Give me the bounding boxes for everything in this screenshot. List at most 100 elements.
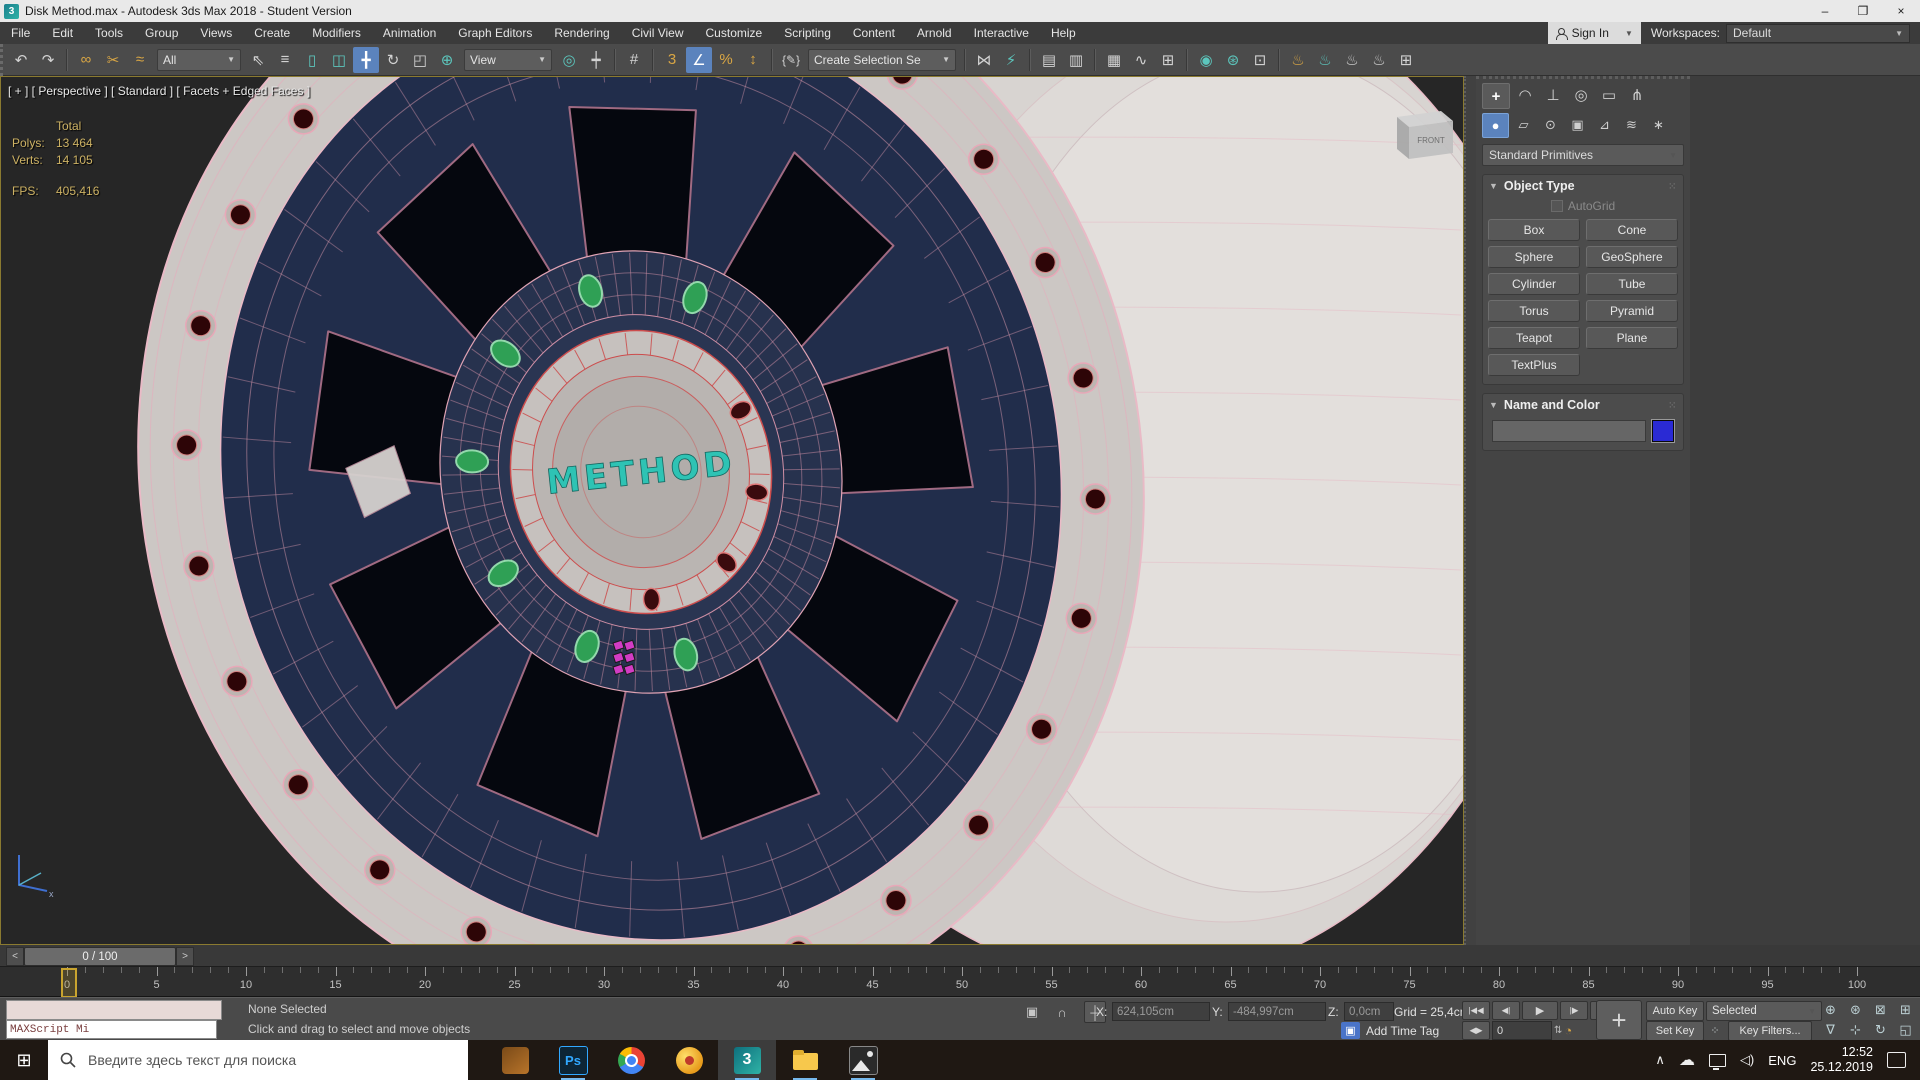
reference-coordinate-dropdown[interactable]: View ▼ xyxy=(464,48,552,71)
select-and-scale-icon[interactable]: ◰ xyxy=(407,47,433,73)
menu-scripting[interactable]: Scripting xyxy=(773,22,842,44)
unlink-selection-icon[interactable]: ✂ xyxy=(100,47,126,73)
toolbar-dock-handle[interactable] xyxy=(0,44,9,76)
field-of-view-icon[interactable]: ∇ xyxy=(1818,1020,1843,1040)
menu-file[interactable]: File xyxy=(0,22,41,44)
menu-animation[interactable]: Animation xyxy=(372,22,447,44)
select-by-name-icon[interactable]: ≡ xyxy=(272,47,298,73)
menu-edit[interactable]: Edit xyxy=(41,22,84,44)
go-to-start-button[interactable]: |◀◀ xyxy=(1462,1001,1490,1020)
angle-snap-icon[interactable]: ∠ xyxy=(686,46,712,73)
named-selection-set-dropdown[interactable]: Create Selection Se ▼ xyxy=(808,48,956,71)
time-configuration-icon[interactable]: ◔ xyxy=(1564,1023,1572,1038)
menu-tools[interactable]: Tools xyxy=(84,22,134,44)
taskbar-search[interactable] xyxy=(48,1040,468,1080)
render-setup-icon[interactable]: ⊛ xyxy=(1220,47,1246,73)
mirror-icon[interactable]: ⋈ xyxy=(971,47,997,73)
create-plane-button[interactable]: Plane xyxy=(1586,327,1678,349)
create-tube-button[interactable]: Tube xyxy=(1586,273,1678,295)
title-bar[interactable]: 3 Disk Method.max - Autodesk 3ds Max 201… xyxy=(0,0,1920,22)
network-icon[interactable] xyxy=(1708,1053,1726,1070)
add-time-tag-label[interactable]: Add Time Tag xyxy=(1366,1024,1439,1038)
object-type-header[interactable]: ▼ Object Type ⁙ xyxy=(1483,175,1683,197)
rendered-frame-window-icon[interactable]: ⊡ xyxy=(1247,47,1273,73)
create-textplus-button[interactable]: TextPlus xyxy=(1488,354,1580,376)
key-filter-icon[interactable]: ⁘ xyxy=(1706,1021,1724,1039)
selection-filter-dropdown[interactable]: All ▼ xyxy=(157,48,241,71)
sign-in-button[interactable]: Sign In ▼ xyxy=(1547,22,1641,44)
zoom-extents-icon[interactable]: ⊠ xyxy=(1868,1000,1893,1020)
curve-editor-icon[interactable]: ∿ xyxy=(1128,47,1154,73)
next-frame-button[interactable]: |▶ xyxy=(1560,1001,1588,1020)
category-geometry[interactable]: ● xyxy=(1482,113,1509,138)
auto-key-button[interactable]: Auto Key xyxy=(1646,1001,1704,1021)
set-key-button[interactable]: Set Key xyxy=(1646,1021,1704,1041)
create-cone-button[interactable]: Cone xyxy=(1586,219,1678,241)
minimize-button[interactable]: – xyxy=(1806,0,1844,22)
tab-utilities[interactable]: ⋔ xyxy=(1624,83,1650,107)
chrome-icon[interactable] xyxy=(602,1040,660,1080)
primitives-dropdown[interactable]: Standard Primitives ▼ xyxy=(1482,144,1684,166)
x-coordinate-field[interactable]: 624,105cm xyxy=(1112,1002,1210,1021)
menu-rendering[interactable]: Rendering xyxy=(543,22,620,44)
menu-interactive[interactable]: Interactive xyxy=(963,22,1040,44)
category-helpers[interactable]: ⊿ xyxy=(1592,113,1617,136)
current-frame-field[interactable] xyxy=(1492,1021,1552,1040)
create-sphere-button[interactable]: Sphere xyxy=(1488,246,1580,268)
3dsmax-icon[interactable]: 3 xyxy=(718,1040,776,1080)
maxscript-mini-listener[interactable]: MAXScript Mi xyxy=(6,1020,217,1039)
show-hidden-icons-chevron[interactable]: ∧ xyxy=(1655,1052,1665,1068)
taskbar-clock[interactable]: 12:52 25.12.2019 xyxy=(1810,1045,1873,1075)
use-pivot-center-icon[interactable]: ◎ xyxy=(556,47,582,73)
select-and-place-icon[interactable]: ⊕ xyxy=(434,47,460,73)
perspective-viewport[interactable]: METHOD FRONT x xyxy=(0,76,1464,945)
menu-create[interactable]: Create xyxy=(243,22,301,44)
menu-arnold[interactable]: Arnold xyxy=(906,22,963,44)
autogrid-checkbox[interactable] xyxy=(1550,200,1563,212)
file-explorer-icon[interactable] xyxy=(776,1040,834,1080)
render-activeshade-icon[interactable]: ♨ xyxy=(1312,47,1338,73)
key-selection-dropdown[interactable]: Selected ▼ xyxy=(1706,1001,1822,1021)
menu-customize[interactable]: Customize xyxy=(695,22,774,44)
layer-explorer-icon[interactable]: ▥ xyxy=(1063,47,1089,73)
tab-hierarchy[interactable]: ⊥ xyxy=(1540,83,1566,107)
schematic-view-icon[interactable]: ⊞ xyxy=(1155,47,1181,73)
orbit-icon[interactable]: ↻ xyxy=(1868,1020,1893,1040)
create-teapot-button[interactable]: Teapot xyxy=(1488,327,1580,349)
menu-modifiers[interactable]: Modifiers xyxy=(301,22,372,44)
name-color-header[interactable]: ▼ Name and Color ⁙ xyxy=(1483,394,1683,416)
close-button[interactable]: × xyxy=(1882,0,1920,22)
language-indicator[interactable]: ENG xyxy=(1768,1053,1796,1068)
bind-to-space-warp-icon[interactable]: ≈ xyxy=(127,47,153,73)
category-systems[interactable]: ∗ xyxy=(1646,113,1671,136)
workspace-dropdown[interactable]: Default ▼ xyxy=(1726,23,1910,43)
action-center-icon[interactable] xyxy=(1887,1052,1906,1068)
percent-snap-icon[interactable]: % xyxy=(713,47,739,73)
create-cylinder-button[interactable]: Cylinder xyxy=(1488,273,1580,295)
frame-spinner-icon[interactable]: ⇅ xyxy=(1554,1025,1562,1036)
photoshop-icon[interactable]: Ps xyxy=(544,1040,602,1080)
menu-group[interactable]: Group xyxy=(134,22,189,44)
tab-create[interactable]: + xyxy=(1482,83,1510,109)
ribbon-toggle-icon[interactable]: ▦ xyxy=(1101,47,1127,73)
tab-motion[interactable]: ◎ xyxy=(1568,83,1594,107)
time-tag-cube-icon[interactable]: ▣ xyxy=(1341,1022,1360,1039)
rect-selection-region-icon[interactable]: ▯ xyxy=(299,47,325,73)
render-iterative-icon[interactable]: ♨ xyxy=(1339,47,1365,73)
search-input[interactable] xyxy=(86,1051,430,1069)
menu-civil-view[interactable]: Civil View xyxy=(621,22,695,44)
undo-icon[interactable]: ↶ xyxy=(8,47,34,73)
media-app-icon[interactable] xyxy=(660,1040,718,1080)
tools-app-icon[interactable] xyxy=(486,1040,544,1080)
tab-modify[interactable]: ◠ xyxy=(1512,83,1538,107)
tab-display[interactable]: ▭ xyxy=(1596,83,1622,107)
select-object-icon[interactable]: ⇖ xyxy=(245,47,271,73)
previous-frame-arrow[interactable]: < xyxy=(6,947,24,966)
render-last-icon[interactable]: ♨ xyxy=(1366,47,1392,73)
create-box-button[interactable]: Box xyxy=(1488,219,1580,241)
create-geosphere-button[interactable]: GeoSphere xyxy=(1586,246,1678,268)
maximize-button[interactable]: ❐ xyxy=(1844,0,1882,22)
maxscript-mini-listener-top[interactable] xyxy=(6,1000,222,1020)
menu-views[interactable]: Views xyxy=(189,22,243,44)
z-coordinate-field[interactable]: 0,0cm xyxy=(1344,1002,1394,1021)
